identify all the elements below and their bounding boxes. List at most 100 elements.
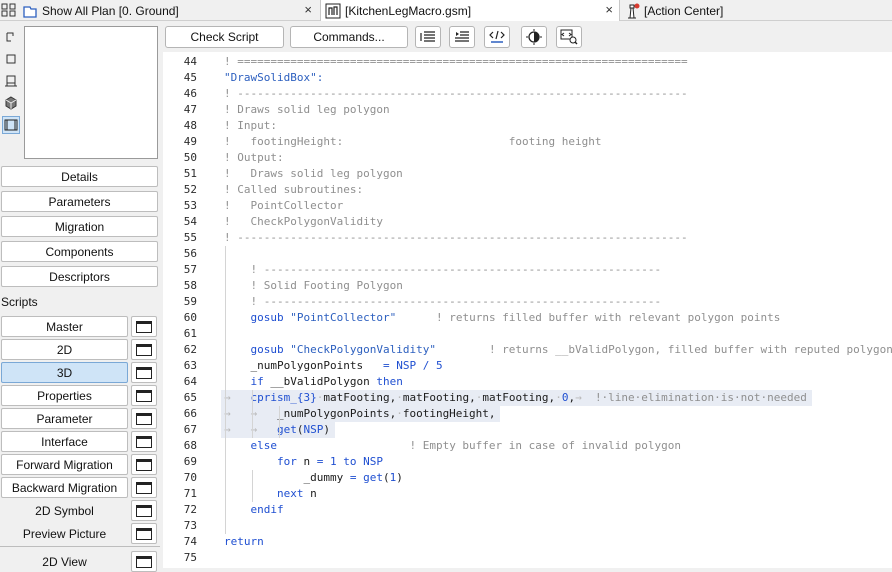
code-token: ! returns filled buffer with relevant po… xyxy=(435,311,781,324)
code-line[interactable]: 56 xyxy=(163,246,892,262)
tab-list-icon[interactable] xyxy=(1,2,17,18)
open-window-button[interactable] xyxy=(131,408,157,429)
code-line[interactable]: 51 ! Draws solid leg polygon xyxy=(163,166,892,182)
code-line[interactable]: 65 → cprism_{3}·matFooting,·matFooting,·m… xyxy=(163,390,892,406)
script-2d-symbol-button[interactable]: 2D Symbol xyxy=(1,500,128,521)
script-3d-button[interactable]: 3D xyxy=(1,362,128,383)
script-properties-button[interactable]: Properties xyxy=(1,385,128,406)
code-text: ! PointCollector xyxy=(224,198,343,214)
parameters-button[interactable]: Parameters xyxy=(1,191,158,212)
script-2d-button[interactable]: 2D xyxy=(1,339,128,360)
code-text: ! --------------------------------------… xyxy=(224,230,688,246)
code-text: ! --------------------------------------… xyxy=(224,86,688,102)
code-line[interactable]: 50 ! Output: xyxy=(163,150,892,166)
code-line[interactable]: 61 xyxy=(163,326,892,342)
code-token: next xyxy=(276,487,304,500)
code-line[interactable]: 49 ! footingHeight: footing height xyxy=(163,134,892,150)
tab-action-center[interactable]: [Action Center] xyxy=(622,0,892,21)
close-icon[interactable]: × xyxy=(304,2,312,17)
code-token: else xyxy=(250,439,278,452)
code-line[interactable]: 48 ! Input: xyxy=(163,118,892,134)
gdl-script-editor[interactable]: 44 ! ====================================… xyxy=(163,52,892,568)
code-line[interactable]: 53 ! PointCollector xyxy=(163,198,892,214)
line-number: 53 xyxy=(183,199,197,212)
code-line[interactable]: 66 → → _numPolygonPoints,·footingHeight, xyxy=(163,406,892,422)
plan-view-icon[interactable] xyxy=(2,72,20,90)
code-line[interactable]: 74 return xyxy=(163,534,892,550)
open-window-button[interactable] xyxy=(131,339,157,360)
check-script-button[interactable]: Check Script xyxy=(165,26,284,48)
film-strip-icon[interactable] xyxy=(2,116,20,134)
code-text: next n xyxy=(224,486,317,502)
descriptors-button[interactable]: Descriptors xyxy=(1,266,158,287)
tab-label: [Action Center] xyxy=(644,3,724,18)
script-interface-button[interactable]: Interface xyxy=(1,431,128,452)
open-window-button[interactable] xyxy=(131,500,157,521)
code-line[interactable]: 44 ! ====================================… xyxy=(163,54,892,70)
details-button[interactable]: Details xyxy=(1,166,158,187)
code-line[interactable]: 64 if __bValidPolygon then xyxy=(163,374,892,390)
migration-button[interactable]: Migration xyxy=(1,216,158,237)
script-backward-migration-button[interactable]: Backward Migration xyxy=(1,477,128,498)
code-token: ! Called subroutines: xyxy=(224,183,364,196)
script-master-button[interactable]: Master xyxy=(1,316,128,337)
open-window-button[interactable] xyxy=(131,523,157,544)
code-line[interactable]: 75 xyxy=(163,550,892,566)
script-forward-migration-button[interactable]: Forward Migration xyxy=(1,454,128,475)
open-window-button[interactable] xyxy=(131,454,157,475)
code-line[interactable]: 68 else ! Empty buffer in case of invali… xyxy=(163,438,892,454)
open-window-button[interactable] xyxy=(131,477,157,498)
code-token: n xyxy=(303,487,317,500)
insert-code-button[interactable] xyxy=(484,26,510,48)
line-number: 48 xyxy=(183,119,197,132)
code-line[interactable]: 73 xyxy=(163,518,892,534)
outdent-button[interactable] xyxy=(415,26,441,48)
2d-view-button[interactable]: 2D View xyxy=(1,551,128,572)
code-line[interactable]: 72 endif xyxy=(163,502,892,518)
code-line[interactable]: 54 ! CheckPolygonValidity xyxy=(163,214,892,230)
script-preview-picture-button[interactable]: Preview Picture xyxy=(1,523,128,544)
code-text: _numPolygonPoints = NSP / 5 xyxy=(224,358,442,374)
code-line[interactable]: 60 gosub "PointCollector" ! returns fill… xyxy=(163,310,892,326)
window-icon xyxy=(136,527,152,540)
code-token: ! PointCollector xyxy=(224,199,344,212)
indent-button[interactable] xyxy=(449,26,475,48)
code-line[interactable]: 57 ! -----------------------------------… xyxy=(163,262,892,278)
code-line[interactable]: 62 gosub "CheckPolygonValidity" ! return… xyxy=(163,342,892,358)
select-arrow-icon[interactable] xyxy=(2,28,20,46)
code-line[interactable]: 58 ! Solid Footing Polygon xyxy=(163,278,892,294)
theme-toggle-button[interactable] xyxy=(521,26,547,48)
indent-guide xyxy=(252,470,253,502)
code-line[interactable]: 45 "DrawSolidBox": xyxy=(163,70,892,86)
code-line[interactable]: 52 ! Called subroutines: xyxy=(163,182,892,198)
code-line[interactable]: 47 ! Draws solid leg polygon xyxy=(163,102,892,118)
window-icon xyxy=(136,555,152,568)
line-number: 55 xyxy=(183,231,197,244)
code-line[interactable]: 67 → → get(NSP) xyxy=(163,422,892,438)
components-button[interactable]: Components xyxy=(1,241,158,262)
tab-gsm-object[interactable]: [KitchenLegMacro.gsm] × xyxy=(320,0,620,21)
line-number: 49 xyxy=(183,135,197,148)
open-window-button[interactable] xyxy=(131,551,157,572)
open-window-button[interactable] xyxy=(131,385,157,406)
code-token: NSP xyxy=(363,455,383,468)
find-replace-button[interactable] xyxy=(556,26,582,48)
script-parameter-button[interactable]: Parameter xyxy=(1,408,128,429)
tab-floor-plan[interactable]: Show All Plan [0. Ground] × xyxy=(22,0,318,21)
code-line[interactable]: 70 _dummy = get(1) xyxy=(163,470,892,486)
line-number: 51 xyxy=(183,167,197,180)
square-tool-icon[interactable] xyxy=(2,50,20,68)
commands-button[interactable]: Commands... xyxy=(290,26,408,48)
code-token: = xyxy=(382,359,390,372)
code-line[interactable]: 59 ! -----------------------------------… xyxy=(163,294,892,310)
code-line[interactable]: 46 ! ------------------------------------… xyxy=(163,86,892,102)
code-line[interactable]: 71 next n xyxy=(163,486,892,502)
code-line[interactable]: 55 ! ------------------------------------… xyxy=(163,230,892,246)
close-icon[interactable]: × xyxy=(605,2,613,17)
code-line[interactable]: 69 for n = 1 to NSP xyxy=(163,454,892,470)
code-line[interactable]: 63 _numPolygonPoints = NSP / 5 xyxy=(163,358,892,374)
open-window-button[interactable] xyxy=(131,431,157,452)
open-window-button[interactable] xyxy=(131,316,157,337)
3d-cube-icon[interactable] xyxy=(2,94,20,112)
open-window-button[interactable] xyxy=(131,362,157,383)
